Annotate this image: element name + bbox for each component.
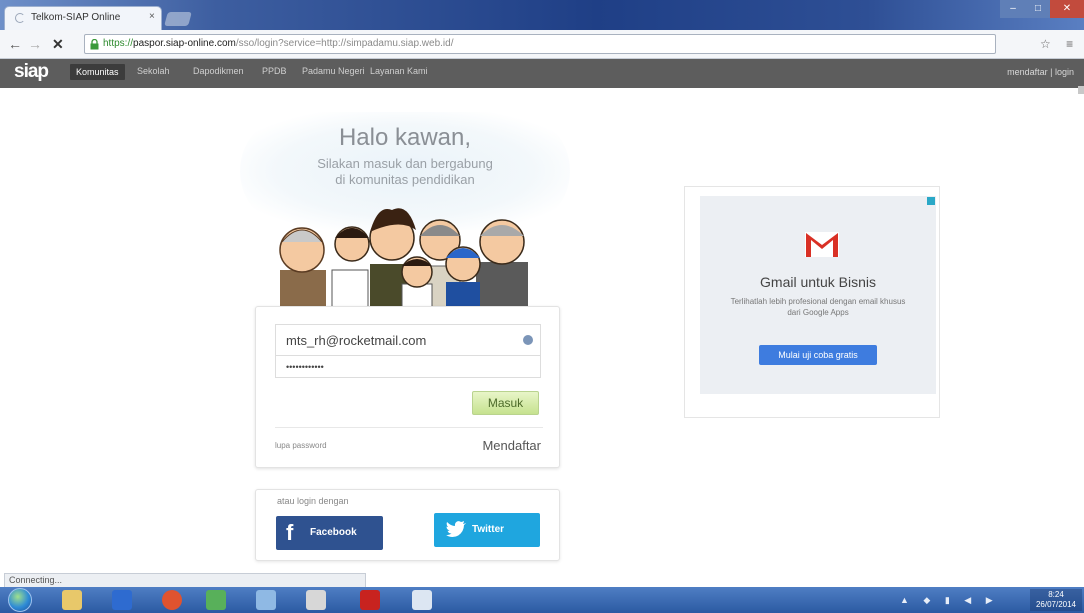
ad-body: Terlihatlah lebih profesional dengan ema… [730,297,906,317]
forgot-password-link[interactable]: lupa password [275,441,327,450]
hero-subtitle-line-1: Silakan masuk dan bergabung [317,156,493,171]
lock-icon [90,39,99,50]
twitter-label: Twitter [472,524,505,535]
network-app-icon[interactable] [256,590,276,610]
browser-toolbar: ← → ✕ https://paspor.siap-online.com/sso… [0,30,1084,59]
acrobat-icon[interactable] [360,590,380,610]
twitter-bird-icon [446,521,466,537]
site-logo[interactable]: siap [14,61,49,83]
tab-title: Telkom-SIAP Online [31,12,121,23]
gmail-icon [805,232,839,257]
taskbar-clock[interactable]: 8:24 26/07/2014 [1030,589,1082,611]
chrome-icon[interactable] [162,590,182,610]
browser-tab[interactable]: Telkom-SIAP Online × [4,6,162,30]
loading-icon [15,13,25,23]
site-navbar: siap Komunitas Sekolah Dapodikmen PPDB P… [0,59,1084,88]
login-submit-button[interactable]: Masuk [472,391,539,415]
adchoices-icon[interactable] [927,197,935,205]
hero-subtitle-line-2: di komunitas pendidikan [335,172,475,187]
close-window-button[interactable]: ✕ [1050,0,1084,18]
gmail-ad[interactable]: Gmail untuk Bisnis Terlihatlah lebih pro… [700,196,936,394]
toolbar-icons[interactable]: ☆ ≡ [1040,37,1079,51]
ad-box: Gmail untuk Bisnis Terlihatlah lebih pro… [684,186,940,418]
login-card: Masuk lupa password Mendaftar [255,306,560,468]
clock-time: 8:24 [1048,590,1064,599]
nav-item-sekolah[interactable]: Sekolah [137,66,170,76]
nav-item-padamu-negeri[interactable]: Padamu Negeri [302,66,365,76]
twitter-login-button[interactable]: Twitter [434,513,540,547]
autofill-key-icon[interactable] [523,335,533,345]
stop-button[interactable]: ✕ [52,36,64,53]
paint-icon[interactable] [306,590,326,610]
app-icon[interactable] [206,590,226,610]
ad-title: Gmail untuk Bisnis [760,274,876,290]
media-player-icon[interactable] [112,590,132,610]
scrollbar[interactable] [1078,86,1084,94]
facebook-icon: f [286,520,294,545]
maximize-button[interactable]: □ [1026,0,1050,18]
hero-title: Halo kawan, [338,124,472,151]
url-path: /sso/login?service=http://simpadamu.siap… [235,38,454,49]
start-button[interactable] [8,588,32,612]
url-host: paspor.siap-online.com [133,38,236,49]
social-login-label: atau login dengan [277,496,349,506]
notepad-icon[interactable] [412,590,432,610]
back-button[interactable]: ← [8,36,22,52]
nav-item-dapodikmen[interactable]: Dapodikmen [193,66,244,76]
browser-tabstrip: Telkom-SIAP Online × – □ ✕ [0,0,1084,30]
password-field[interactable] [275,356,541,378]
social-login-card: atau login dengan f Facebook Twitter [255,489,560,561]
explorer-icon[interactable] [62,590,82,610]
facebook-login-button[interactable]: f Facebook [276,516,383,550]
window-controls: – □ ✕ [1000,0,1084,20]
nav-item-layanan-kami[interactable]: Layanan Kami [370,66,428,76]
windows-taskbar: ▲ ◆ ▮ ◀ ▶ 8:24 26/07/2014 [0,587,1084,613]
card-divider [275,427,543,428]
nav-item-ppdb[interactable]: PPDB [262,66,287,76]
community-illustration [279,208,528,308]
url-text: https://paspor.siap-online.com/sso/login… [103,38,453,49]
status-text: Connecting... [9,575,63,585]
screen: Telkom-SIAP Online × – □ ✕ ← → ✕ https:/… [0,0,1084,613]
address-bar[interactable]: https://paspor.siap-online.com/sso/login… [84,34,996,54]
nav-user-links[interactable]: mendaftar | login [1007,67,1074,77]
url-scheme: https:// [103,38,134,49]
new-tab-button[interactable] [164,12,192,26]
register-link[interactable]: Mendaftar [482,438,541,453]
hero-subtitle: Silakan masuk dan bergabung di komunitas… [240,156,570,188]
browser-status-bubble: Connecting... [4,573,366,587]
email-field[interactable] [275,324,541,356]
clock-date: 26/07/2014 [1035,600,1077,609]
system-tray-icons[interactable]: ▲ ◆ ▮ ◀ ▶ [900,595,999,606]
minimize-button[interactable]: – [1000,0,1026,18]
tab-close-icon[interactable]: × [149,11,155,22]
ad-cta-button[interactable]: Mulai uji coba gratis [759,345,877,365]
facebook-label: Facebook [310,527,357,538]
nav-item-komunitas[interactable]: Komunitas [70,64,125,80]
forward-button[interactable]: → [28,36,42,52]
